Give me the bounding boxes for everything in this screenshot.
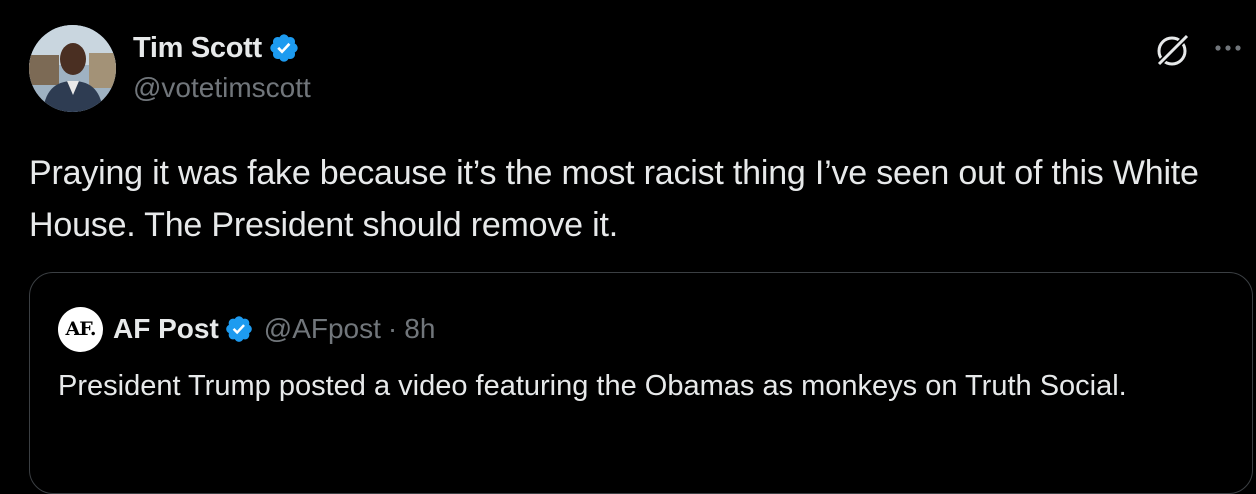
- tweet-text: Praying it was fake because it’s the mos…: [29, 154, 1199, 244]
- quoted-tweet-header: AF. AF Post @AFpost · 8h: [58, 306, 435, 352]
- quoted-author-avatar[interactable]: AF.: [58, 306, 103, 352]
- quoted-tweet[interactable]: AF. AF Post @AFpost · 8h President Trump…: [29, 272, 1253, 494]
- separator-dot: ·: [387, 313, 398, 344]
- author-handle[interactable]: @votetimscott: [133, 72, 311, 104]
- more-options-icon[interactable]: [1210, 38, 1250, 58]
- quoted-author-handle[interactable]: @AFpost: [264, 313, 381, 345]
- quoted-timestamp[interactable]: 8h: [404, 313, 435, 345]
- grok-icon[interactable]: [1151, 28, 1195, 72]
- verified-badge-icon[interactable]: [268, 32, 300, 64]
- quoted-tweet-text: President Trump posted a video featuring…: [58, 370, 1127, 402]
- verified-badge-icon[interactable]: [224, 314, 254, 344]
- author-name[interactable]: Tim Scott: [133, 32, 262, 65]
- author-name-row: Tim Scott: [133, 30, 311, 66]
- author-block: Tim Scott @votetimscott: [133, 30, 311, 104]
- quoted-author-name[interactable]: AF Post: [113, 313, 219, 345]
- author-avatar[interactable]: [29, 25, 116, 112]
- tweet[interactable]: Tim Scott @votetimscott Praying it was f…: [0, 0, 1256, 494]
